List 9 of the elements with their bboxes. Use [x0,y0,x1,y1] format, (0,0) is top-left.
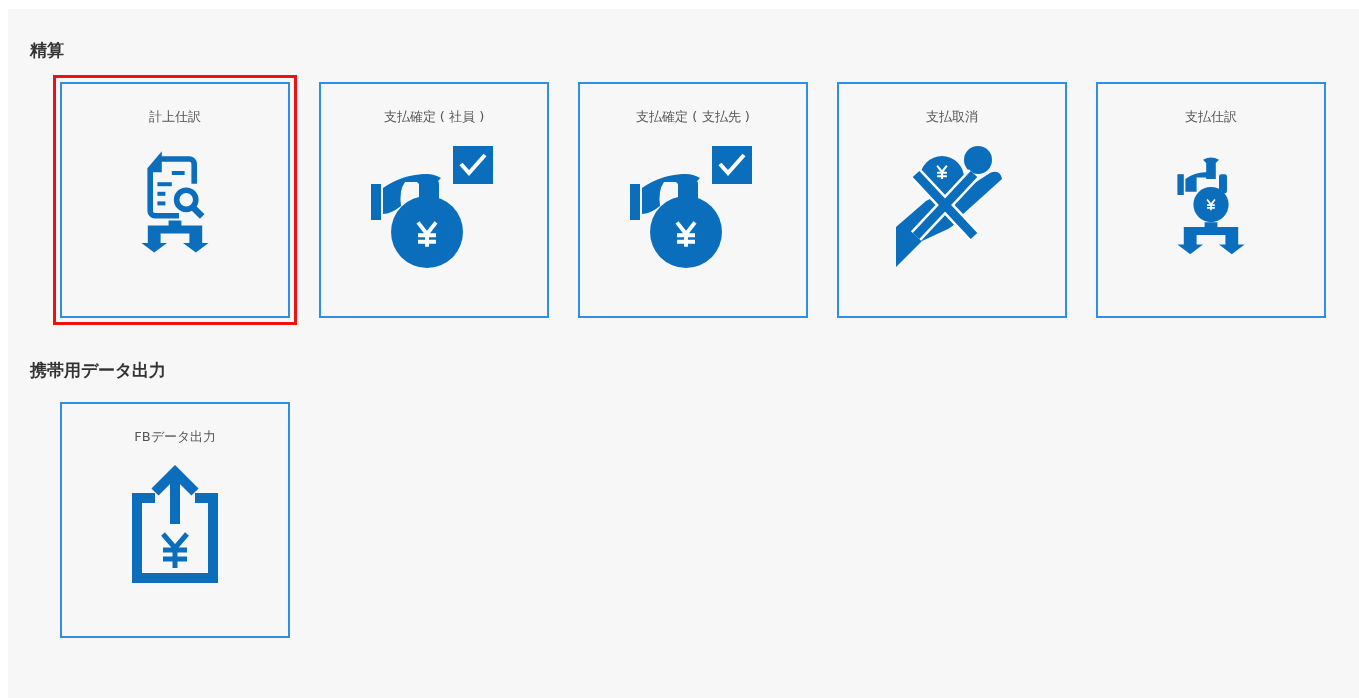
tile-label: 計上仕訳 [149,108,201,126]
tile-label: 支払取消 [926,108,978,126]
section-title: 精算 [30,39,64,62]
tile-label: FBデータ出力 [134,428,216,446]
menu-tile[interactable]: 計上仕訳 [53,75,297,325]
section-title: 携帯用データ出力 [30,359,166,382]
tile-label: 支払確定 ( 社員 ) [383,108,485,126]
tile-label: 支払確定 ( 支払先 ) [636,108,750,126]
tile-label: 支払仕訳 [1185,108,1237,126]
